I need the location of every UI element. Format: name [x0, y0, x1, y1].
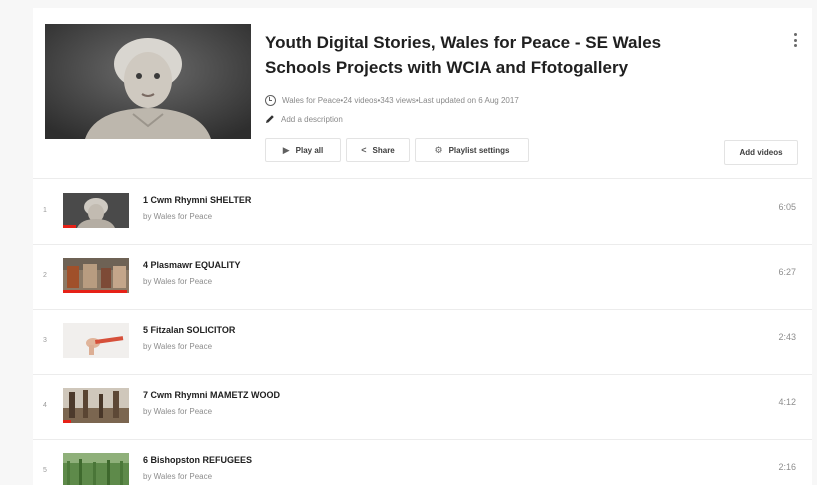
video-index: 1 [43, 207, 47, 214]
play-all-button[interactable]: ▶ Play all [265, 138, 341, 162]
video-thumbnail[interactable] [63, 193, 129, 228]
video-list: 1 1 Cwm Rhymni SHELTER by Wales for Peac… [33, 180, 812, 485]
watch-progress [63, 420, 71, 423]
video-duration: 6:27 [778, 267, 796, 277]
video-duration: 2:43 [778, 332, 796, 342]
playlist-card: Youth Digital Stories, Wales for Peace -… [33, 8, 812, 485]
video-thumbnail[interactable] [63, 453, 129, 485]
gear-icon: ⚙ [434, 144, 443, 155]
playlist-settings-label: Playlist settings [448, 145, 510, 155]
video-duration: 6:05 [778, 202, 796, 212]
video-duration: 4:12 [778, 397, 796, 407]
play-icon: ▶ [282, 144, 290, 155]
video-row[interactable]: 5 6 Bishopston REFUGEES by Wales for Pea… [33, 440, 812, 485]
video-title[interactable]: 7 Cwm Rhymni MAMETZ WOOD [143, 390, 280, 400]
playlist-title: Youth Digital Stories, Wales for Peace -… [265, 33, 662, 77]
video-index: 2 [43, 272, 47, 279]
video-index: 5 [43, 467, 47, 474]
meta-views: 343 views [380, 95, 416, 105]
share-icon: < [361, 145, 367, 155]
playlist-thumbnail[interactable] [45, 24, 251, 139]
play-all-label: Play all [295, 145, 324, 155]
video-channel[interactable]: by Wales for Peace [143, 342, 212, 351]
video-row[interactable]: 4 7 Cwm Rhymni MAMETZ WOOD by Wales for … [33, 375, 812, 440]
video-row[interactable]: 2 4 Plasmawr EQUALITY by Wales for Peace… [33, 245, 812, 310]
video-title[interactable]: 6 Bishopston REFUGEES [143, 455, 252, 465]
clock-icon[interactable] [265, 94, 276, 106]
pencil-icon [266, 115, 274, 123]
add-description[interactable]: Add a description [265, 114, 343, 124]
video-title[interactable]: 5 Fitzalan SOLICITOR [143, 325, 235, 335]
video-channel[interactable]: by Wales for Peace [143, 277, 212, 286]
video-channel[interactable]: by Wales for Peace [143, 212, 212, 221]
video-row[interactable]: 3 5 Fitzalan SOLICITOR by Wales for Peac… [33, 310, 812, 375]
video-index: 4 [43, 402, 47, 409]
video-thumbnail[interactable] [63, 258, 129, 293]
watch-progress [63, 225, 77, 228]
video-row[interactable]: 1 1 Cwm Rhymni SHELTER by Wales for Peac… [33, 180, 812, 245]
playlist-header: Youth Digital Stories, Wales for Peace -… [33, 8, 812, 179]
add-description-label: Add a description [281, 114, 343, 124]
video-channel[interactable]: by Wales for Peace [143, 472, 212, 481]
video-duration: 2:16 [778, 462, 796, 472]
playlist-meta: Wales for Peace • 24 videos • 343 views … [265, 92, 519, 108]
playlist-settings-button[interactable]: ⚙ Playlist settings [415, 138, 529, 162]
page: Youth Digital Stories, Wales for Peace -… [0, 0, 817, 485]
add-videos-label: Add videos [739, 148, 783, 157]
video-title[interactable]: 1 Cwm Rhymni SHELTER [143, 195, 251, 205]
add-videos-button[interactable]: Add videos [724, 140, 798, 165]
meta-updated: Last updated on 6 Aug 2017 [418, 95, 519, 105]
video-thumbnail[interactable] [63, 323, 129, 358]
video-channel[interactable]: by Wales for Peace [143, 407, 212, 416]
watch-progress [63, 290, 128, 293]
share-label: Share [372, 145, 395, 155]
video-thumbnail[interactable] [63, 388, 129, 423]
video-title[interactable]: 4 Plasmawr EQUALITY [143, 260, 241, 270]
video-index: 3 [43, 337, 47, 344]
more-vertical-icon[interactable] [789, 32, 801, 48]
share-button[interactable]: < Share [346, 138, 410, 162]
meta-channel[interactable]: Wales for Peace [282, 96, 340, 105]
meta-video-count: 24 videos [343, 95, 378, 105]
